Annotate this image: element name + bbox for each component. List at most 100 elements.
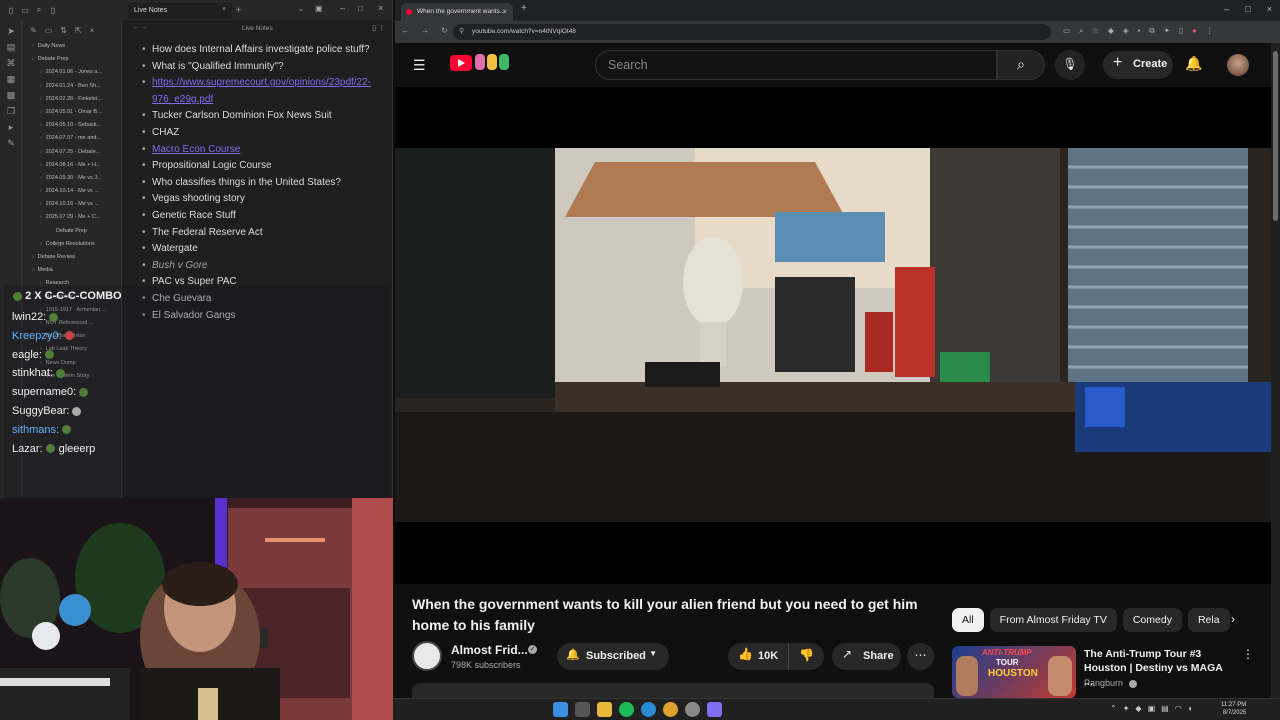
more-actions-button[interactable]: ⋯ xyxy=(907,643,934,670)
create-button[interactable]: + Create xyxy=(1103,51,1173,79)
description-box[interactable] xyxy=(412,683,934,698)
cast-icon[interactable]: ▭ xyxy=(1063,26,1070,36)
tray-chevron-icon[interactable]: ⌃ xyxy=(1110,704,1117,713)
close-icon[interactable]: × xyxy=(90,26,95,35)
chrome-icon[interactable] xyxy=(663,702,678,717)
file-tree-item[interactable]: › Daily News xyxy=(22,40,121,53)
sidebar-toggle-icon[interactable]: ▯ xyxy=(4,6,18,15)
account-avatar[interactable] xyxy=(1227,54,1249,76)
filter-chip[interactable]: All xyxy=(952,608,984,632)
minimize-icon[interactable]: – xyxy=(340,3,345,13)
youtube-doodle[interactable] xyxy=(475,54,509,70)
page-scrollbar[interactable] xyxy=(1271,43,1280,698)
extension-icon[interactable]: ▪ xyxy=(1138,26,1141,36)
chevron-down-icon[interactable]: ⌄ xyxy=(298,5,304,13)
obs-icon[interactable] xyxy=(685,702,700,717)
tray-app-icon[interactable]: ▤ xyxy=(1161,704,1169,713)
video-player[interactable] xyxy=(395,87,1271,584)
forward-icon[interactable]: → xyxy=(421,26,429,35)
close-tab-icon[interactable]: × xyxy=(502,7,507,16)
file-tree-item[interactable]: › College Resolutions xyxy=(22,238,121,251)
terminal-icon[interactable]: ▸ xyxy=(0,122,22,132)
zoom-icon[interactable]: ⌕ xyxy=(1079,26,1083,36)
notifications-icon[interactable]: 🔔 xyxy=(1185,55,1202,72)
recommended-thumbnail[interactable]: ANTI-TRUMP TOUR HOUSTON xyxy=(952,646,1076,698)
grid-icon[interactable]: ▩ xyxy=(0,90,22,100)
copy-icon[interactable]: ❐ xyxy=(0,106,22,116)
file-explorer-icon[interactable] xyxy=(597,702,612,717)
chat-username[interactable]: SuggyBear: xyxy=(12,405,69,417)
puzzle-icon[interactable]: ✦ xyxy=(1164,26,1170,36)
extension-icon[interactable]: ◈ xyxy=(1123,26,1129,36)
bookmark-star-icon[interactable]: ☆ xyxy=(1092,26,1099,36)
back-icon[interactable]: ← xyxy=(401,26,409,35)
voice-search-button[interactable]: 🎙 xyxy=(1055,50,1085,80)
file-tree-item[interactable]: › 2024.05.01 - Omar B... xyxy=(22,106,121,119)
windows-start-icon[interactable] xyxy=(553,702,568,717)
search-button[interactable]: ⌕ xyxy=(997,50,1045,80)
file-tree-item[interactable]: › 2024.09.30 - Me vs J... xyxy=(22,172,121,185)
chat-username[interactable]: lwin22: xyxy=(12,311,46,323)
site-info-icon[interactable]: ⚲ xyxy=(459,27,464,35)
volume-icon[interactable]: ◖ xyxy=(1188,704,1193,713)
file-tree-item[interactable]: › 2024.01.24 - Ben Sh... xyxy=(22,80,121,93)
collapse-icon[interactable]: ⇱ xyxy=(75,26,82,35)
chevron-right-icon[interactable]: › xyxy=(1231,612,1235,626)
subscribed-button[interactable]: 🔔 Subscribed ▼ xyxy=(557,643,669,670)
chat-username[interactable]: supername0: xyxy=(12,386,76,398)
menu-icon[interactable]: ⋮ xyxy=(1206,26,1214,36)
chat-username[interactable]: Kreepzy0: xyxy=(12,330,62,342)
close-window-icon[interactable]: × xyxy=(1267,4,1272,14)
search-input[interactable]: Search xyxy=(595,50,997,80)
dislike-button[interactable]: 👎 xyxy=(788,643,824,670)
file-tree-item[interactable]: › 2024.07.25 - Debate... xyxy=(22,146,121,159)
maximize-icon[interactable]: □ xyxy=(358,4,363,13)
send-icon[interactable]: ➤ xyxy=(0,26,22,36)
share-button[interactable]: ↗ Share xyxy=(832,643,901,670)
scrollbar-thumb[interactable] xyxy=(1273,51,1278,221)
file-tree-item[interactable]: › 2024.10.14 - Me vs ... xyxy=(22,185,121,198)
close-window-icon[interactable]: × xyxy=(378,3,383,13)
sidebar-icon[interactable]: ▯ xyxy=(1179,26,1183,36)
filter-chip[interactable]: Comedy xyxy=(1122,608,1182,632)
file-tree-item[interactable]: › Debate Review xyxy=(22,251,121,264)
obsidian-tab[interactable]: Live Notes × xyxy=(128,3,232,19)
search-icon[interactable]: ⌕ xyxy=(32,5,46,15)
edit-icon[interactable]: ✎ xyxy=(0,138,22,148)
new-note-icon[interactable]: ✎ xyxy=(30,26,37,35)
file-tree-item[interactable]: Debate Prep xyxy=(22,225,121,238)
back-forward-icon[interactable]: ← → xyxy=(132,24,148,31)
new-folder-icon[interactable]: ▭ xyxy=(45,26,53,35)
folder-icon[interactable]: ▭ xyxy=(18,6,32,15)
filter-chip[interactable]: From Almost Friday TV xyxy=(989,608,1117,632)
reading-mode-icon[interactable]: ▯ ⋮ xyxy=(372,24,385,32)
bookmark-icon[interactable]: ▯ xyxy=(46,6,60,15)
chat-username[interactable]: stinkhat: xyxy=(12,367,53,379)
youtube-logo[interactable] xyxy=(450,55,472,71)
reload-icon[interactable]: ↻ xyxy=(441,26,448,35)
filter-chip[interactable]: Rela xyxy=(1187,608,1230,632)
browser-tab[interactable]: When the government wants... × xyxy=(401,3,513,21)
file-tree-item[interactable]: › 2025.07.29 - Me + C... xyxy=(22,211,121,224)
channel-name[interactable]: Almost Frid... xyxy=(451,643,528,657)
file-tree-item[interactable]: › Media xyxy=(22,264,121,277)
clock[interactable]: 11:27 PM 8/7/2025 xyxy=(1221,701,1246,717)
file-tree-item[interactable]: › 2024.05.10 - Sebasti... xyxy=(22,119,121,132)
task-view-icon[interactable] xyxy=(575,702,590,717)
address-bar[interactable]: ⚲ youtube.com/watch?v=n4tNVqiOt48 xyxy=(453,24,1051,40)
file-tree-item[interactable]: › Debate Prep xyxy=(22,53,121,66)
extension-icon[interactable]: ⧉ xyxy=(1149,26,1154,36)
tray-app-icon[interactable]: ▣ xyxy=(1148,704,1156,713)
wifi-icon[interactable]: ◠ xyxy=(1175,704,1182,713)
recommended-channel[interactable]: Pangburn xyxy=(1084,678,1137,688)
obsidian-icon[interactable] xyxy=(707,702,722,717)
note-link[interactable]: Macro Econ Course xyxy=(138,142,374,159)
file-icon[interactable]: ▤ xyxy=(0,42,22,52)
more-vertical-icon[interactable]: ⋮ xyxy=(1242,647,1254,661)
minimize-icon[interactable]: – xyxy=(1224,4,1229,14)
file-tree-item[interactable]: › 2024.01.06 - Jones a... xyxy=(22,66,121,79)
close-tab-icon[interactable]: × xyxy=(222,6,226,13)
tray-app-icon[interactable]: ✦ xyxy=(1123,704,1130,713)
chat-username[interactable]: Lazar: xyxy=(12,443,43,455)
menu-icon[interactable]: ☰ xyxy=(413,57,426,74)
